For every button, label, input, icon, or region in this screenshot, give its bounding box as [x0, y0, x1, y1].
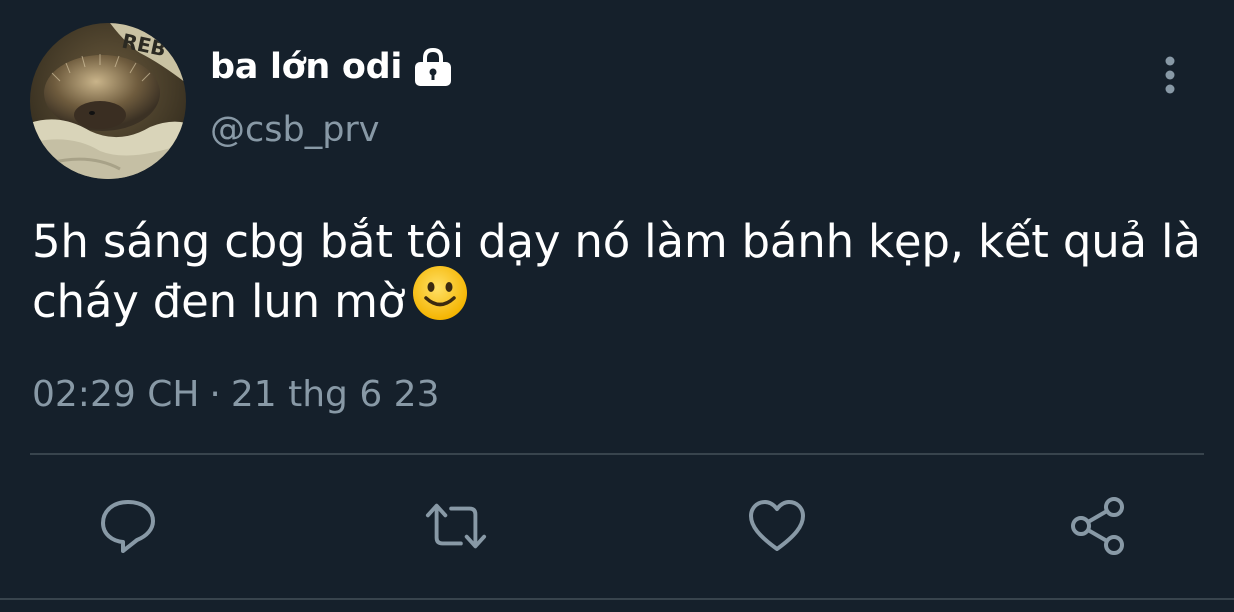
- tweet-time: 02:29 CH: [32, 374, 200, 415]
- retweet-icon: [425, 503, 487, 549]
- slightly-smiling-face-icon: [411, 264, 469, 337]
- divider: [30, 453, 1204, 455]
- tweet-text-container: 5h sáng cbg bắt tôi dạy nó làm bánh kẹp,…: [32, 212, 1212, 337]
- more-vertical-icon: [1165, 56, 1175, 94]
- display-name[interactable]: ba lớn odi: [210, 47, 402, 87]
- reply-icon: [101, 500, 155, 553]
- bottom-divider: [0, 598, 1234, 600]
- heart-icon: [749, 500, 805, 551]
- tweet-date: 21 thg 6 23: [230, 374, 440, 415]
- tweet-text: 5h sáng cbg bắt tôi dạy nó làm bánh kẹp,…: [32, 215, 1201, 328]
- share-icon: [1071, 497, 1124, 555]
- user-handle[interactable]: @csb_prv: [210, 110, 380, 150]
- display-name-row: ba lớn odi: [210, 44, 454, 90]
- reply-button[interactable]: [96, 494, 160, 558]
- hedgehog-photo: REB: [30, 23, 186, 179]
- more-options-button[interactable]: [1150, 50, 1190, 100]
- tweet-timestamp[interactable]: 02:29 CH · 21 thg 6 23: [32, 374, 440, 415]
- lock-icon: [412, 47, 454, 87]
- share-button[interactable]: [1066, 494, 1130, 558]
- like-button[interactable]: [745, 494, 809, 558]
- retweet-button[interactable]: [424, 494, 488, 558]
- tweet-card: REB ba lớn odi @csb_prv 5h sáng cbg bắt …: [0, 0, 1234, 612]
- timestamp-separator: ·: [209, 374, 221, 415]
- avatar[interactable]: REB: [30, 23, 186, 179]
